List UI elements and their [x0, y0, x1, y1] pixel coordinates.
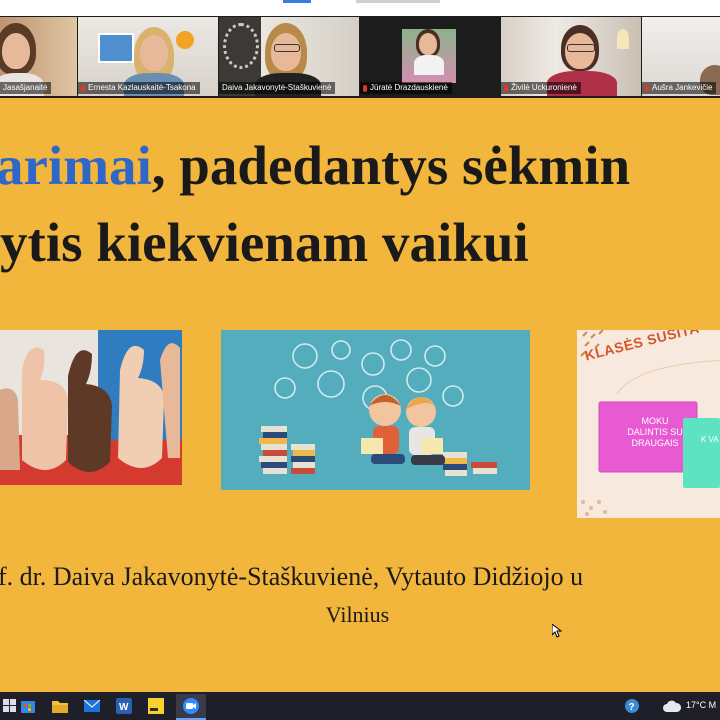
slide-title-accent: arimai — [0, 135, 152, 196]
start-menu-icon[interactable] — [0, 696, 20, 716]
slide-city: Vilnius — [325, 602, 390, 627]
participant-name-5: Živilė Uckuronienė — [501, 82, 581, 94]
participant-name-6: Aušra Jankevičie — [642, 82, 717, 94]
svg-text:W: W — [119, 702, 129, 713]
shared-slide: arimai, padedantys sėkmin ytis kiekviena… — [0, 98, 720, 692]
participant-name-4: Jūratė Drazdauskienė — [360, 82, 452, 94]
sticky-notes-icon[interactable] — [146, 696, 166, 716]
mouse-cursor-icon — [552, 624, 562, 638]
weather-temperature: 17°C M — [686, 700, 716, 710]
kids-reading-illustration — [221, 330, 530, 490]
participant-name-text: Ernesta Kazlauskaitė-Tsakona — [88, 83, 196, 92]
participant-name-2: Ernesta Kazlauskaitė-Tsakona — [78, 82, 200, 94]
participants-strip: Jasašjanaitė Ernesta Kazlauskaitė-Tsakon… — [0, 16, 720, 98]
top-bar-accent — [283, 0, 311, 3]
word-icon[interactable]: W — [114, 696, 134, 716]
file-explorer-icon[interactable] — [50, 696, 70, 716]
participant-tile-1[interactable]: Jasašjanaitė — [0, 17, 77, 96]
participant-name-text: Jasašjanaitė — [3, 83, 48, 92]
slide-title-line-2: ytis kiekvienam vaikui — [0, 215, 529, 270]
app-top-bar — [0, 0, 720, 16]
participant-tile-4[interactable]: Jūratė Drazdauskienė — [360, 17, 500, 96]
poster-card-text: MOKU DALINTIS SU DRAUGAIS — [627, 416, 683, 448]
participant-name-text: Aušra Jankevičie — [652, 83, 713, 92]
mic-muted-icon — [645, 84, 649, 92]
windows-taskbar: W ? 17°C M — [0, 692, 720, 720]
temperature-text: 17°C — [686, 700, 707, 710]
participant-name-3: Daiva Jakavonytė-Staškuvienė — [219, 82, 336, 94]
mic-muted-icon — [81, 84, 85, 92]
svg-text:?: ? — [629, 702, 635, 713]
participant-name-1: Jasašjanaitė — [0, 82, 52, 94]
participant-name-text: Živilė Uckuronienė — [511, 83, 577, 92]
participant-tile-6[interactable]: Aušra Jankevičie — [642, 17, 720, 96]
class-agreements-poster: KLASĖS SUSITA MOKU DALINTIS SU DRAUGAIS … — [577, 330, 720, 518]
participant-tile-2[interactable]: Ernesta Kazlauskaitė-Tsakona — [78, 17, 218, 96]
weather-cloud-icon[interactable] — [662, 696, 682, 716]
mail-icon[interactable] — [82, 696, 102, 716]
mic-muted-icon — [504, 84, 508, 92]
top-bar-segment — [356, 0, 440, 3]
mic-muted-icon — [363, 84, 367, 92]
thumbs-up-image — [0, 330, 182, 485]
poster-card2-text: K VA — [701, 435, 719, 444]
participant-tile-5[interactable]: Živilė Uckuronienė — [501, 17, 641, 96]
help-icon[interactable]: ? — [622, 696, 642, 716]
zoom-app-icon[interactable] — [176, 694, 206, 720]
participant-name-text: Jūratė Drazdauskienė — [370, 83, 448, 92]
participant-tile-3[interactable]: Daiva Jakavonytė-Staškuvienė — [219, 17, 359, 96]
slide-title-line-2-text: ytis kiekvienam vaikui — [0, 212, 529, 273]
tray-cut-text: M — [708, 700, 717, 710]
slide-title-line-1: arimai, padedantys sėkmin — [0, 138, 630, 193]
participant-name-text: Daiva Jakavonytė-Staškuvienė — [222, 83, 332, 92]
store-icon[interactable] — [18, 696, 38, 716]
slide-author: f. dr. Daiva Jakavonytė-Staškuvienė, Vyt… — [0, 562, 584, 591]
slide-title-rest: , padedantys sėkmin — [151, 135, 631, 196]
